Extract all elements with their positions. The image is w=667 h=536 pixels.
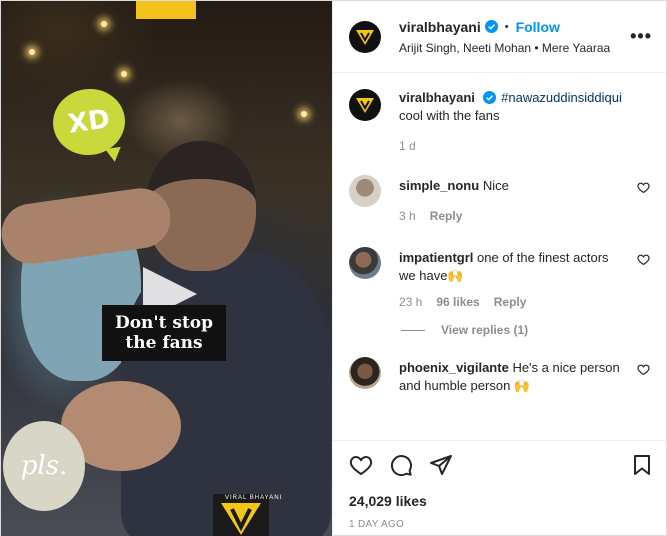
verified-badge-icon (484, 20, 498, 33)
comment: simple_nonu Nice 3 h Reply (349, 175, 650, 223)
pls-sticker: pls. (3, 421, 85, 511)
comments-section[interactable]: viralbhayani #nawazuddinsiddiqui cool wi… (333, 73, 666, 440)
comment-username[interactable]: simple_nonu (399, 178, 479, 193)
author-username[interactable]: viralbhayani (399, 19, 481, 35)
street-light (101, 21, 107, 27)
caption-username[interactable]: viralbhayani (399, 90, 475, 105)
watermark-text: VIRAL BHAYANI (225, 495, 283, 501)
view-replies-button[interactable]: View replies (1) (401, 323, 650, 337)
comment-text: Nice (482, 178, 509, 193)
avatar[interactable] (349, 175, 381, 207)
post-caption: viralbhayani #nawazuddinsiddiqui cool wi… (349, 89, 650, 153)
audio-track[interactable]: Arijit Singh, Neeti Mohan • Mere Yaaraa (399, 41, 630, 55)
view-replies-label: View replies (1) (441, 323, 529, 337)
instagram-post: XD pls. Don't stop the fans VIRAL BHAYAN… (0, 0, 667, 536)
heart-icon[interactable] (637, 253, 650, 266)
caption-text: cool with the fans (399, 108, 500, 123)
avatar[interactable] (349, 20, 381, 53)
caption-time: 1 d (399, 139, 416, 153)
comment-icon[interactable] (389, 453, 413, 477)
caption-line-1: Don't stop (114, 313, 214, 333)
post-actions: 24,029 likes 1 DAY AGO (333, 440, 667, 530)
bookmark-icon[interactable] (630, 453, 654, 477)
comment-likes[interactable]: 96 likes (436, 295, 479, 309)
hashtag-link[interactable]: #nawazuddinsiddiqui (501, 90, 622, 105)
street-light (301, 111, 307, 117)
follow-button[interactable]: Follow (516, 19, 560, 35)
post-video[interactable]: XD pls. Don't stop the fans VIRAL BHAYAN… (1, 1, 332, 536)
likes-count[interactable]: 24,029 likes (349, 493, 654, 509)
post-header: viralbhayani • Follow Arijit Singh, Neet… (333, 1, 666, 73)
separator-dot: • (504, 20, 509, 33)
reply-button[interactable]: Reply (430, 209, 463, 223)
comment-username[interactable]: impatientgrl (399, 250, 473, 265)
comment-time: 23 h (399, 295, 423, 309)
comment: phoenix_vigilante He's a nice person and… (349, 357, 650, 395)
post-date[interactable]: 1 DAY AGO (349, 519, 654, 530)
verified-badge-icon (482, 91, 496, 104)
heart-icon[interactable] (637, 181, 650, 194)
street-light (121, 71, 127, 77)
comment: impatientgrl one of the finest actors we… (349, 247, 650, 309)
avatar[interactable] (349, 357, 381, 389)
heart-icon[interactable] (349, 453, 373, 477)
street-light (29, 49, 35, 55)
post-sidebar: viralbhayani • Follow Arijit Singh, Neet… (332, 1, 667, 536)
caption-line-2: the fans (125, 333, 203, 353)
avatar[interactable] (349, 89, 381, 121)
divider (401, 329, 425, 331)
comment-username[interactable]: phoenix_vigilante (399, 360, 509, 375)
avatar[interactable] (349, 247, 381, 279)
comment-time: 3 h (399, 209, 416, 223)
heart-icon[interactable] (637, 363, 650, 376)
more-options-icon[interactable]: ••• (630, 26, 652, 47)
background-sign (136, 1, 196, 19)
video-caption-overlay: Don't stop the fans (102, 305, 226, 361)
share-icon[interactable] (429, 453, 453, 477)
reply-button[interactable]: Reply (494, 295, 527, 309)
fan-arm (1, 184, 175, 268)
xd-sticker: XD (48, 84, 130, 160)
